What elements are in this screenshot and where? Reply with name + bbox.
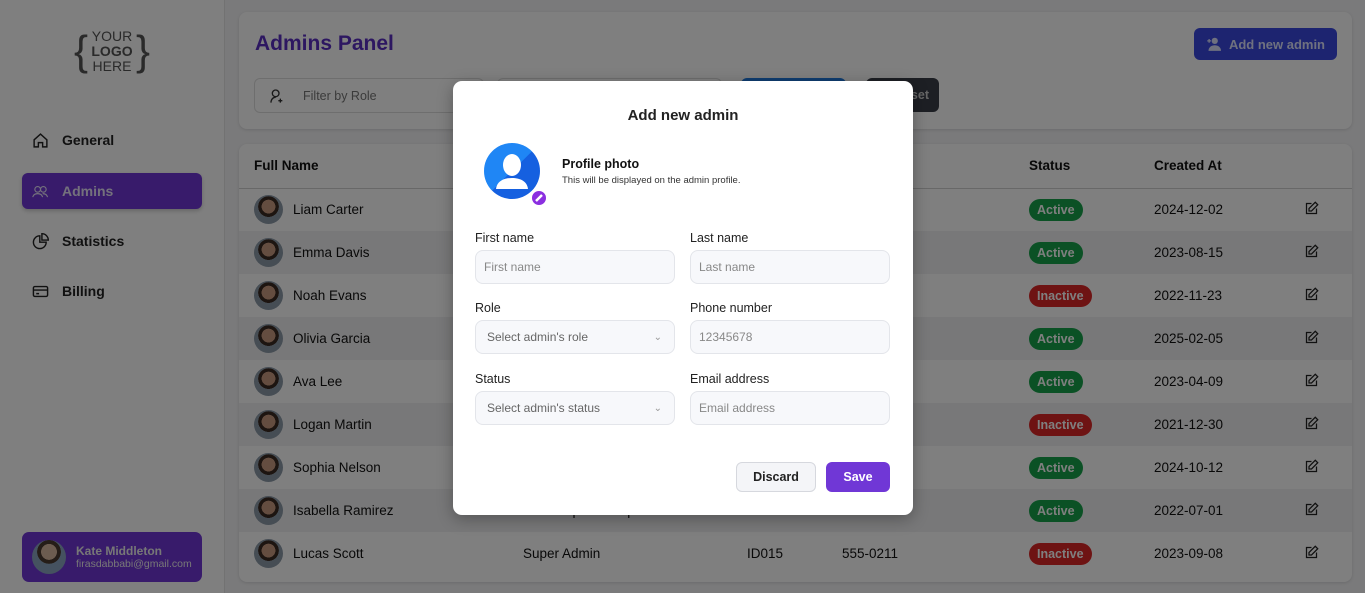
placeholder: Last name [699, 260, 756, 274]
placeholder: First name [484, 260, 541, 274]
status-select[interactable]: Select admin's status ⌄ [475, 391, 675, 425]
save-button[interactable]: Save [826, 462, 890, 492]
phone-label: Phone number [690, 301, 773, 315]
pencil-icon [535, 194, 543, 202]
placeholder: 12345678 [699, 330, 753, 344]
label: Discard [753, 470, 799, 484]
last-name-input[interactable]: Last name [690, 250, 890, 284]
last-name-label: Last name [690, 231, 749, 245]
chevron-down-icon: ⌄ [653, 331, 662, 343]
placeholder: Email address [699, 401, 776, 415]
first-name-input[interactable]: First name [475, 250, 675, 284]
email-label: Email address [690, 372, 770, 386]
profile-photo-title: Profile photo [562, 157, 640, 171]
value: Select admin's role [487, 330, 589, 344]
profile-photo-subtitle: This will be displayed on the admin prof… [562, 175, 741, 186]
label: Save [843, 470, 873, 484]
status-label: Status [475, 372, 511, 386]
role-select[interactable]: Select admin's role ⌄ [475, 320, 675, 354]
role-label: Role [475, 301, 501, 315]
modal-title: Add new admin [627, 107, 739, 124]
add-admin-modal: Add new admin Profile photo This will be… [453, 81, 913, 515]
edit-photo-button[interactable] [530, 189, 548, 207]
email-input[interactable]: Email address [690, 391, 890, 425]
discard-button[interactable]: Discard [736, 462, 816, 492]
chevron-down-icon: ⌄ [653, 402, 662, 414]
first-name-label: First name [475, 231, 535, 245]
phone-input[interactable]: 12345678 [690, 320, 890, 354]
value: Select admin's status [487, 401, 601, 415]
